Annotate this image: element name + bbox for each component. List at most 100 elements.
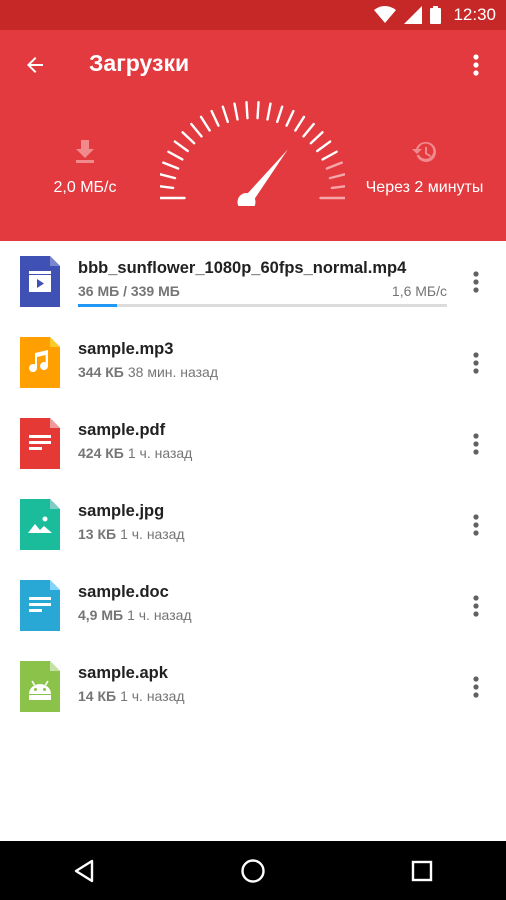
doc-file-icon <box>20 580 60 631</box>
more-vert-icon <box>473 54 479 76</box>
more-vert-icon <box>473 352 479 374</box>
list-item[interactable]: sample.jpg 13 КБ 1 ч. назад <box>0 484 506 565</box>
download-speed: 2,0 МБ/с <box>53 179 117 196</box>
gauge-tick <box>162 161 180 170</box>
item-menu-button[interactable] <box>464 267 488 297</box>
downloads-list: bbb_sunflower_1080p_60fps_normal.mp4 36 … <box>0 241 506 727</box>
gauge-tick <box>233 102 239 121</box>
download-progress-fill <box>78 304 118 307</box>
download-speed-block: 2,0 МБ/с <box>30 140 140 197</box>
speed-gauge <box>160 100 345 206</box>
file-name: sample.mp3 <box>78 340 174 358</box>
item-menu-button[interactable] <box>464 429 488 459</box>
square-recents-icon <box>411 860 432 881</box>
file-time: 1 ч. назад <box>127 445 193 461</box>
gauge-tick <box>167 150 184 161</box>
video-file-icon <box>20 256 60 307</box>
more-vert-icon <box>473 271 479 293</box>
gauge-tick <box>190 122 203 138</box>
item-menu-button[interactable] <box>464 510 488 540</box>
file-name: sample.doc <box>78 583 169 601</box>
file-meta: 13 КБ 1 ч. назад <box>78 526 185 542</box>
gauge-tick <box>325 161 343 170</box>
file-meta: 4,9 МБ 1 ч. назад <box>78 607 192 623</box>
file-size: 424 КБ <box>78 445 124 461</box>
item-menu-button[interactable] <box>464 672 488 702</box>
more-vert-icon <box>473 595 479 617</box>
gauge-tick <box>302 122 315 138</box>
gauge-tick <box>294 115 306 132</box>
file-time: 1 ч. назад <box>120 526 185 542</box>
gauge-tick <box>321 150 338 161</box>
eta-block: Через 2 минуты <box>352 140 497 197</box>
list-item[interactable]: sample.apk 14 КБ 1 ч. назад <box>0 646 506 727</box>
file-time: 1 ч. назад <box>120 688 185 704</box>
image-file-icon <box>20 499 60 550</box>
gauge-tick <box>256 100 260 120</box>
download-progress-bar <box>78 304 447 307</box>
android-file-icon <box>20 661 60 712</box>
page-title: Загрузки <box>89 50 190 76</box>
file-name: sample.apk <box>78 664 168 682</box>
file-size: 36 МБ / 339 МБ <box>78 283 180 299</box>
triangle-back-icon <box>75 859 94 882</box>
overflow-menu-button[interactable] <box>463 48 489 82</box>
file-size: 14 КБ <box>78 688 117 704</box>
file-name: bbb_sunflower_1080p_60fps_normal.mp4 <box>78 259 407 277</box>
more-vert-icon <box>473 514 479 536</box>
list-item[interactable]: sample.mp3 344 КБ 38 мин. назад <box>0 322 506 403</box>
more-vert-icon <box>473 676 479 698</box>
gauge-tick <box>221 105 229 124</box>
back-button[interactable] <box>18 48 52 82</box>
gauge-tick <box>285 109 295 127</box>
gauge-tick <box>199 115 211 132</box>
wifi-icon <box>374 6 397 23</box>
list-item[interactable]: bbb_sunflower_1080p_60fps_normal.mp4 36 … <box>0 241 506 322</box>
gauge-tick <box>173 140 189 153</box>
history-icon <box>411 141 436 162</box>
list-item[interactable]: sample.pdf 424 КБ 1 ч. назад <box>0 403 506 484</box>
system-nav-bar <box>0 841 506 900</box>
gauge-tick <box>160 173 177 180</box>
gauge-tick <box>309 131 324 145</box>
file-name: sample.jpg <box>78 502 165 520</box>
more-vert-icon <box>473 433 479 455</box>
pdf-file-icon <box>20 418 60 469</box>
download-icon <box>76 140 94 163</box>
gauge-tick <box>181 131 196 145</box>
file-size: 4,9 МБ <box>78 607 124 623</box>
nav-back-button[interactable] <box>54 841 114 900</box>
file-meta: 344 КБ 38 мин. назад <box>78 364 218 380</box>
file-meta: 14 КБ 1 ч. назад <box>78 688 185 704</box>
audio-file-icon <box>20 337 60 388</box>
arrow-back-icon <box>27 57 43 73</box>
file-time: 38 мин. назад <box>127 364 219 380</box>
file-size: 13 КБ <box>78 526 117 542</box>
app-header: Загрузки 2,0 МБ/с Через 2 минуты <box>0 30 506 241</box>
nav-recents-button[interactable] <box>392 841 452 900</box>
gauge-tick <box>330 185 345 190</box>
item-menu-button[interactable] <box>464 348 488 378</box>
eta-text: Через 2 минуты <box>365 179 484 196</box>
gauge-tick <box>245 100 249 120</box>
status-time: 12:30 <box>453 5 496 24</box>
signal-icon <box>404 6 423 24</box>
nav-home-button[interactable] <box>223 841 283 900</box>
list-item[interactable]: sample.doc 4,9 МБ 1 ч. назад <box>0 565 506 646</box>
gauge-tick <box>160 185 175 190</box>
gauge-tick <box>276 105 284 124</box>
circle-home-icon <box>241 858 265 883</box>
gauge-tick <box>316 140 332 153</box>
file-meta: 424 КБ 1 ч. назад <box>78 445 192 461</box>
battery-icon <box>430 6 442 24</box>
file-time: 1 ч. назад <box>127 607 192 623</box>
gauge-tick <box>210 109 220 127</box>
status-bar: 12:30 <box>0 0 506 30</box>
file-meta: 36 МБ / 339 МБ <box>78 283 180 299</box>
gauge-tick <box>328 173 345 180</box>
gauge-tick <box>266 102 272 121</box>
file-name: sample.pdf <box>78 421 166 439</box>
item-menu-button[interactable] <box>464 591 488 621</box>
file-size: 344 КБ <box>78 364 124 380</box>
file-download-speed: 1,6 МБ/с <box>391 283 447 299</box>
